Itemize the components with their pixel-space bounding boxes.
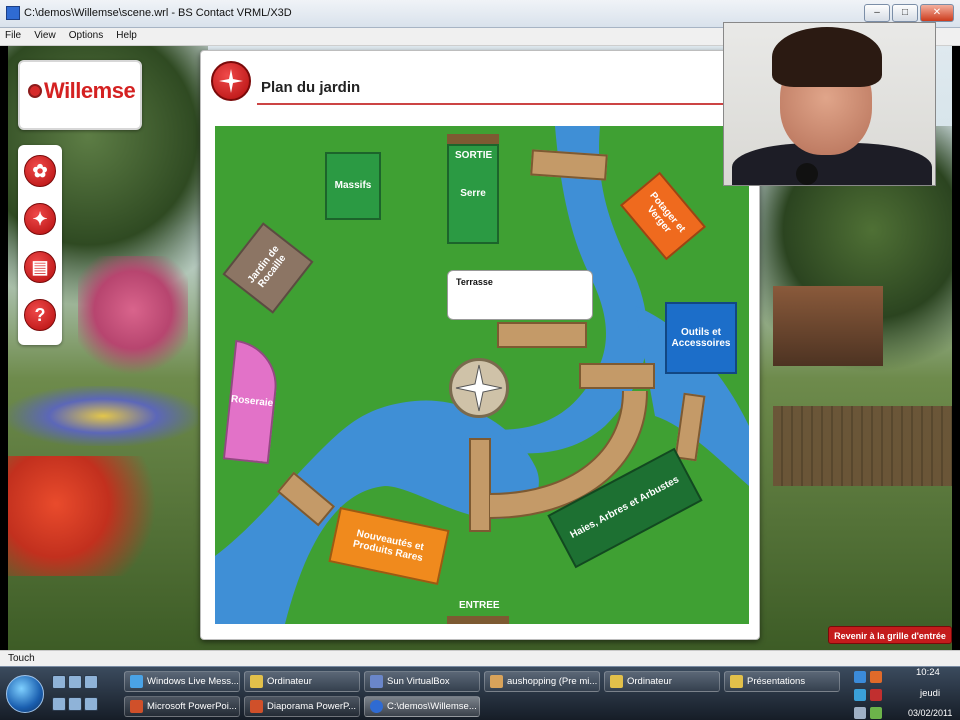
microphone-icon — [796, 163, 818, 185]
compass-icon[interactable]: ✦ — [24, 203, 56, 235]
document-icon[interactable]: ▤ — [24, 251, 56, 283]
zone-massifs[interactable]: Massifs — [325, 152, 381, 220]
path-segment — [497, 322, 587, 348]
minimize-button[interactable]: – — [864, 4, 890, 22]
title-divider — [257, 103, 727, 105]
task-powerpoint[interactable]: Microsoft PowerPoi... — [124, 696, 240, 717]
firefox-tray-icon[interactable] — [870, 671, 882, 683]
scene-rose-arch — [78, 256, 188, 376]
messenger-icon — [130, 675, 143, 688]
folder-icon — [610, 675, 623, 688]
task-willemse-scene[interactable]: C:\demos\Willemse... — [364, 696, 480, 717]
close-button[interactable]: ✕ — [920, 4, 954, 22]
clock-day: jeudi — [920, 688, 941, 699]
taskbar: Windows Live Mess... Ordinateur Sun Virt… — [0, 666, 960, 720]
compass-rose-icon — [211, 61, 251, 101]
maximize-button[interactable]: □ — [892, 4, 918, 22]
vrml-icon — [370, 700, 383, 713]
presenter-hair — [772, 27, 882, 87]
path-segment — [530, 149, 608, 181]
zone-terrasse[interactable]: Terrasse — [447, 270, 593, 320]
webcam-overlay — [723, 22, 936, 186]
folder-icon — [250, 675, 263, 688]
start-button[interactable] — [6, 675, 44, 713]
garden-map[interactable]: Massifs Serre SORTIE Potager et Verger J… — [215, 126, 749, 624]
task-diaporama[interactable]: Diaporama PowerP... — [244, 696, 360, 717]
menu-options[interactable]: Options — [64, 28, 108, 43]
logo-panel: Willemse — [18, 60, 142, 130]
task-virtualbox[interactable]: Sun VirtualBox — [364, 671, 480, 692]
virtualbox-icon — [370, 675, 383, 688]
slideshow-icon — [250, 700, 263, 713]
task-presentations[interactable]: Présentations — [724, 671, 840, 692]
clock-date: 03/02/2011 — [908, 708, 953, 718]
side-toolbar: ✿ ✦ ▤ ? — [18, 145, 62, 345]
return-to-grid-button[interactable]: Revenir à la grille d'entrée — [828, 626, 952, 644]
folder-icon — [730, 675, 743, 688]
flower-logo-icon — [28, 84, 42, 98]
task-ordinateur-2[interactable]: Ordinateur — [604, 671, 720, 692]
status-text: Touch — [8, 653, 35, 664]
help-icon[interactable]: ? — [24, 299, 56, 331]
explorer-icon[interactable] — [52, 697, 66, 711]
path-segment — [447, 616, 509, 624]
entrance-label: ENTREE — [459, 600, 500, 611]
desktop-icon[interactable] — [52, 675, 66, 689]
compass-rose-icon — [449, 358, 509, 418]
volume-icon[interactable] — [854, 707, 866, 719]
window-title: C:\demos\Willemse\scene.wrl - BS Contact… — [24, 7, 292, 19]
messenger-tray-icon[interactable] — [854, 689, 866, 701]
scene-wooden-deck — [773, 406, 952, 486]
task-aushopping[interactable]: aushopping (Pre mi... — [484, 671, 600, 692]
menu-view[interactable]: View — [29, 28, 61, 43]
path-segment — [447, 134, 499, 144]
media-icon[interactable] — [68, 697, 82, 711]
scene-market-stall — [773, 286, 883, 366]
battery-icon[interactable] — [870, 707, 882, 719]
dialog-title: Plan du jardin — [261, 79, 361, 96]
task-windows-live[interactable]: Windows Live Mess... — [124, 671, 240, 692]
app-icon — [6, 6, 20, 20]
network-icon[interactable] — [854, 671, 866, 683]
logo-text: Willemse — [44, 78, 136, 103]
task-ordinateur[interactable]: Ordinateur — [244, 671, 360, 692]
firefox-icon[interactable] — [84, 697, 98, 711]
security-icon[interactable] — [870, 689, 882, 701]
status-bar: Touch — [0, 650, 960, 666]
clock-time[interactable]: 10:24 — [916, 667, 940, 678]
scene-flowerbed — [8, 386, 198, 446]
app-icon — [490, 675, 503, 688]
garden-plan-dialog: Plan du jardin Massifs Serre SORTIE Pota… — [200, 50, 760, 640]
scene-red-flowers — [8, 456, 168, 576]
menu-help[interactable]: Help — [111, 28, 142, 43]
browser-icon[interactable] — [84, 675, 98, 689]
menu-file[interactable]: File — [0, 28, 26, 43]
switch-windows-icon[interactable] — [68, 675, 82, 689]
powerpoint-icon — [130, 700, 143, 713]
flower-icon[interactable]: ✿ — [24, 155, 56, 187]
zone-outils-accessoires[interactable]: Outils et Accessoires — [665, 302, 737, 374]
exit-label: SORTIE — [455, 150, 493, 161]
